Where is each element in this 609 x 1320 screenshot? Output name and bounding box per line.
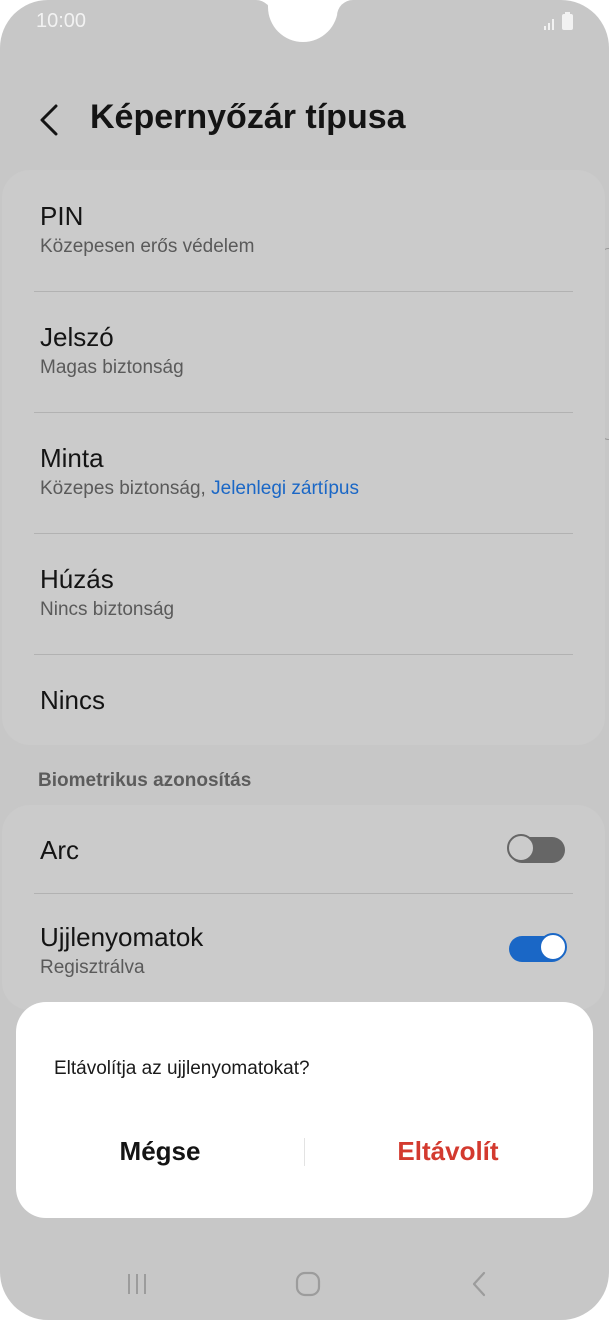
biometric-fingerprints[interactable]: Ujjlenyomatok Regisztrálva — [40, 921, 573, 981]
divider — [34, 412, 573, 413]
back-arrow-icon[interactable] — [36, 100, 66, 140]
camera-notch — [268, 0, 338, 42]
notch-corner-right — [337, 0, 353, 16]
remove-button[interactable]: Eltávolít — [304, 1136, 592, 1167]
lock-option-pattern[interactable]: Minta Közepes biztonság, Jelenlegi zártí… — [40, 442, 573, 502]
biometrics-list: Arc Ujjlenyomatok Regisztrálva — [2, 805, 605, 1010]
biometric-title: Arc — [40, 835, 79, 865]
lock-option-subtitle: Közepesen erős védelem — [40, 236, 255, 257]
home-icon[interactable] — [288, 1266, 328, 1302]
toggle-knob — [507, 834, 535, 862]
status-icons — [543, 12, 573, 30]
back-icon[interactable] — [460, 1266, 500, 1302]
remove-fingerprints-dialog: Eltávolítja az ujjlenyomatokat? Mégse El… — [16, 1002, 593, 1218]
recent-apps-icon[interactable] — [117, 1266, 157, 1302]
dialog-message: Eltávolítja az ujjlenyomatokat? — [54, 1058, 310, 1079]
lock-option-title: Minta — [40, 443, 104, 473]
current-lock-type-label: Jelenlegi zártípus — [211, 478, 359, 499]
lock-type-list: PIN Közepesen erős védelem Jelszó Magas … — [2, 170, 605, 745]
biometric-subtitle: Regisztrálva — [40, 957, 145, 978]
signal-icon — [544, 19, 554, 30]
cancel-button[interactable]: Mégse — [16, 1136, 304, 1167]
lock-option-title: PIN — [40, 201, 84, 231]
lock-option-none[interactable]: Nincs — [40, 684, 573, 716]
lock-option-subtitle: Közepes biztonság, Jelenlegi zártípus — [40, 476, 573, 502]
lock-option-subtitle: Magas biztonság — [40, 357, 184, 378]
biometric-title: Ujjlenyomatok — [40, 922, 204, 952]
phone-screen: 10:00 Képernyőzár típusa PIN Közepesen e… — [0, 0, 609, 1320]
toggle-knob — [539, 933, 567, 961]
lock-option-password[interactable]: Jelszó Magas biztonság — [40, 321, 573, 381]
lock-option-title: Húzás — [40, 564, 114, 594]
lock-option-swipe[interactable]: Húzás Nincs biztonság — [40, 563, 573, 623]
lock-option-subtitle-text: Közepes biztonság, — [40, 478, 212, 499]
page-title: Képernyőzár típusa — [90, 98, 406, 136]
battery-icon — [562, 12, 573, 30]
divider — [34, 291, 573, 292]
status-time: 10:00 — [36, 10, 87, 32]
biometric-face[interactable]: Arc — [40, 834, 573, 866]
lock-option-title: Nincs — [40, 685, 106, 715]
divider — [34, 533, 573, 534]
lock-option-title: Jelszó — [40, 322, 114, 352]
divider — [34, 654, 573, 655]
lock-option-pin[interactable]: PIN Közepesen erős védelem — [40, 200, 573, 260]
divider — [34, 893, 573, 894]
lock-option-subtitle: Nincs biztonság — [40, 599, 175, 620]
face-toggle[interactable] — [507, 834, 565, 863]
section-label-biometrics: Biometrikus azonosítás — [38, 770, 252, 791]
fingerprints-toggle[interactable] — [509, 933, 567, 962]
